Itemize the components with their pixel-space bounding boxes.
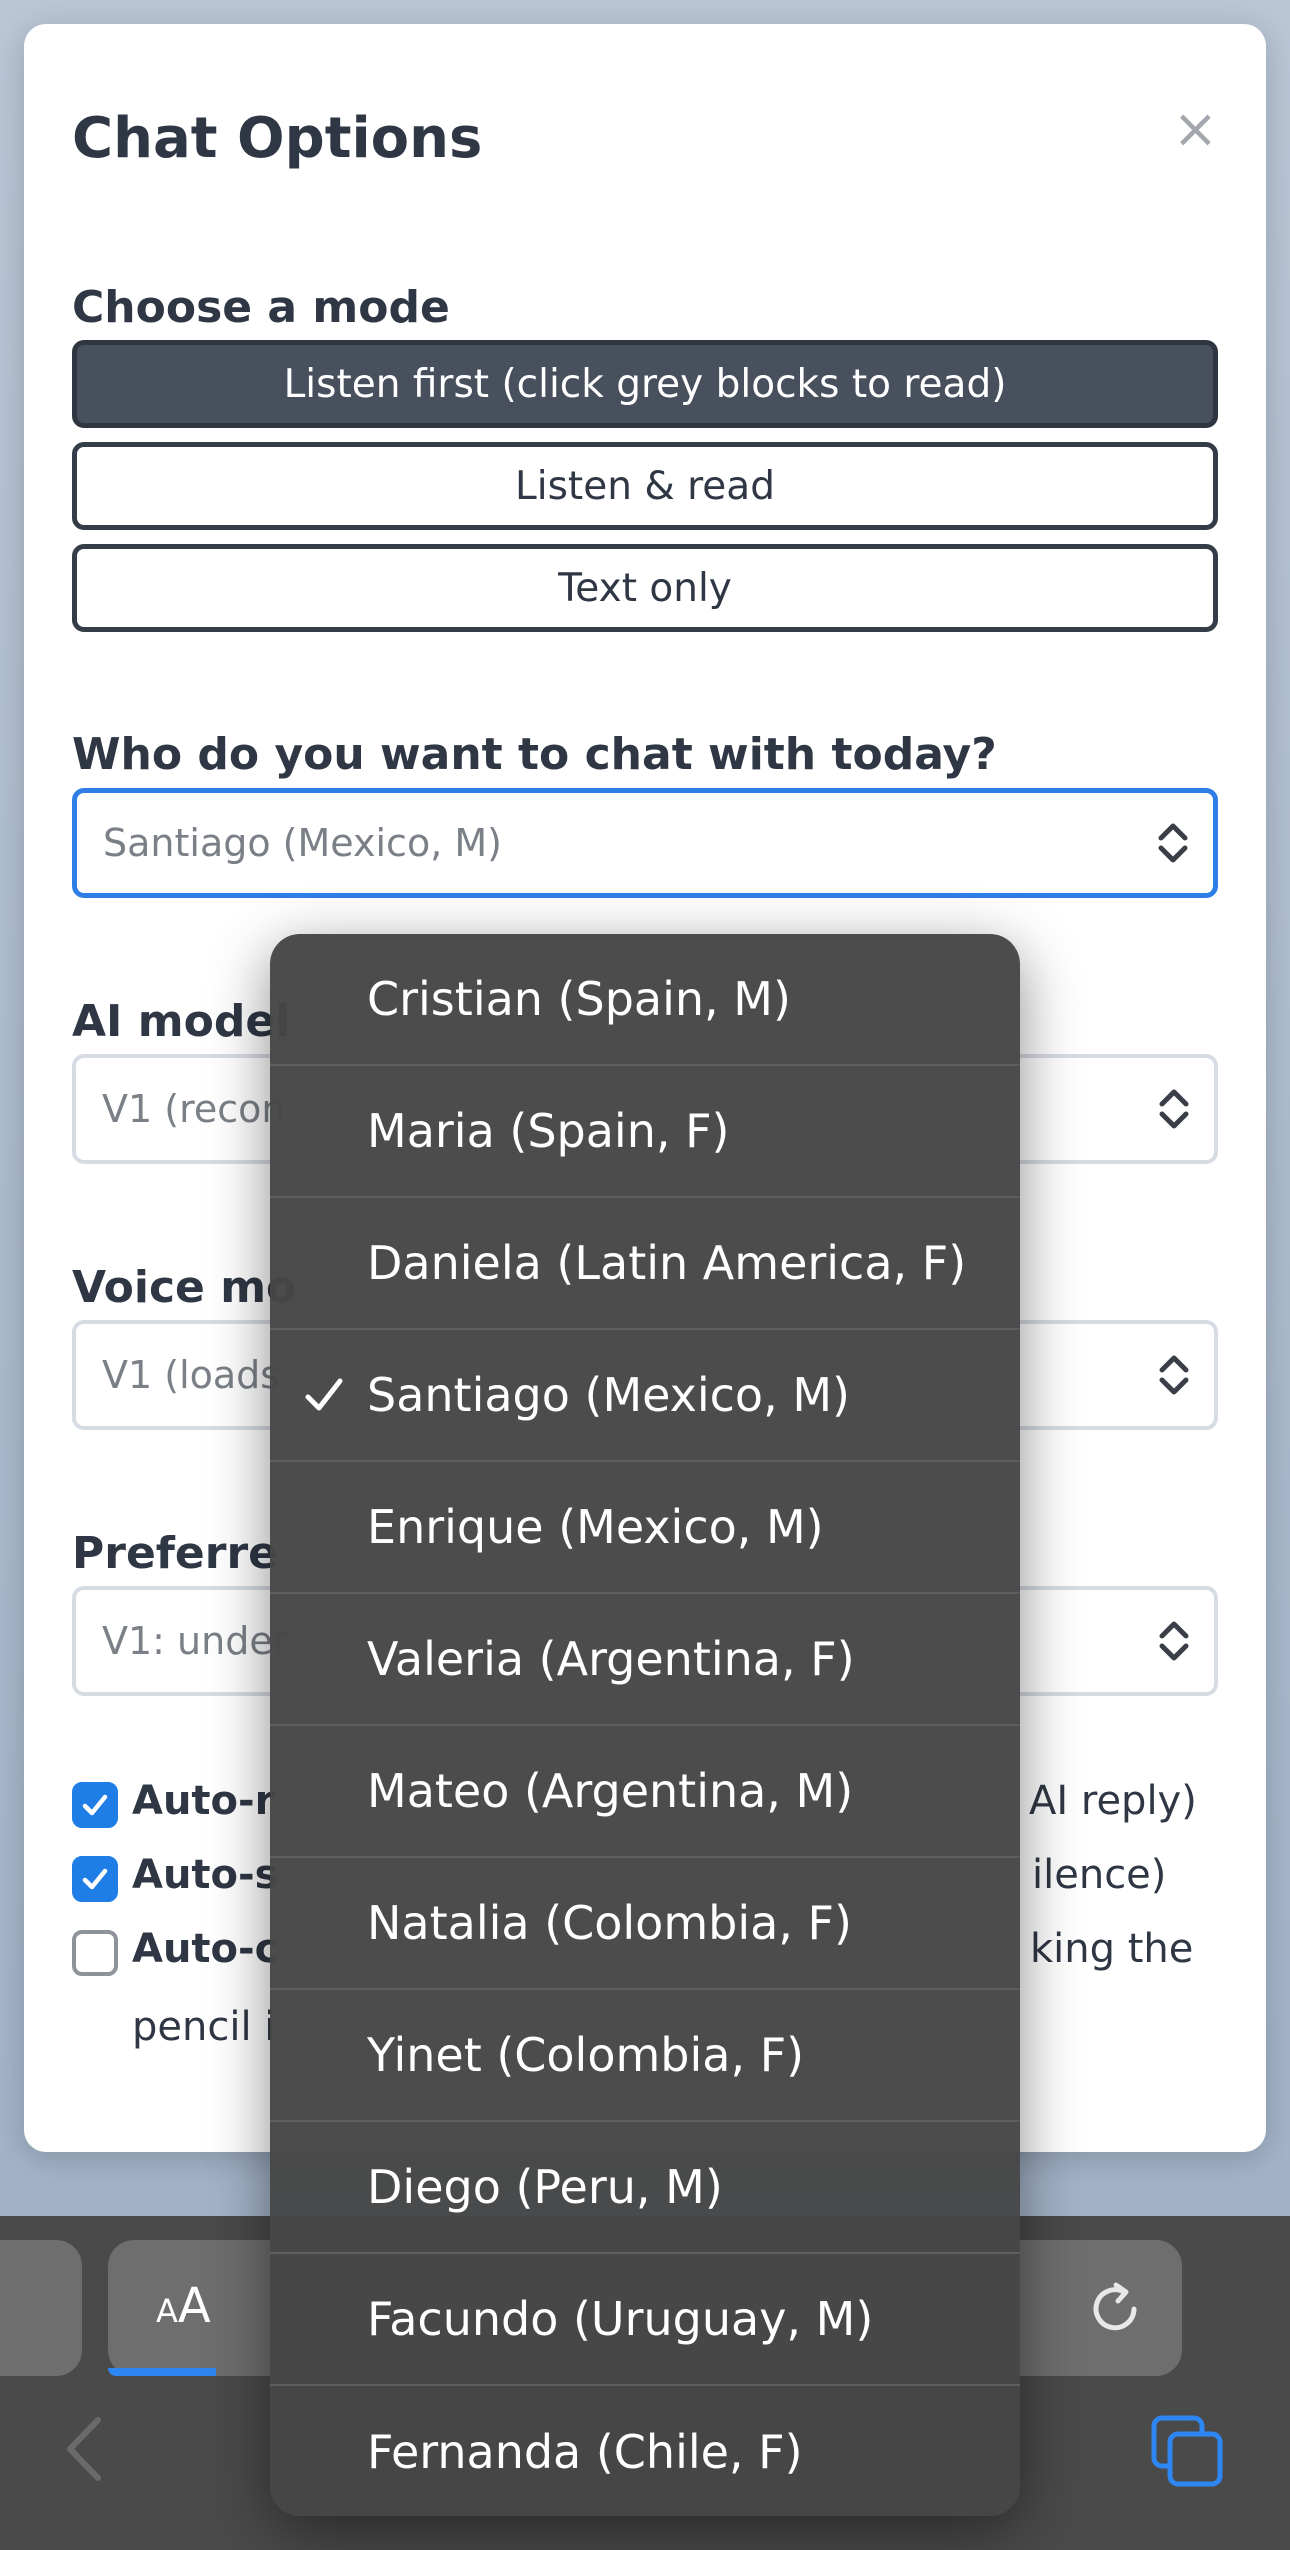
voice-model-select-value: V1 (loads	[102, 1353, 281, 1397]
aa-small-glyph: A	[156, 2292, 178, 2330]
tabs-overview-icon[interactable]	[1150, 2414, 1224, 2488]
picker-option-label: Enrique (Mexico, M)	[367, 1500, 824, 1554]
picker-option[interactable]: Yinet (Colombia, F)	[270, 1990, 1020, 2122]
picker-option-label: Mateo (Argentina, M)	[367, 1764, 854, 1818]
auto-read-label: Auto-r	[132, 1778, 275, 1824]
picker-option-label: Cristian (Spain, M)	[367, 972, 791, 1026]
picker-option[interactable]: Fernanda (Chile, F)	[270, 2386, 1020, 2516]
auto-send-label: Auto-s	[132, 1852, 279, 1898]
aa-large-glyph: A	[177, 2278, 211, 2334]
checkbox-unchecked-icon[interactable]	[72, 1930, 118, 1976]
partner-picker-popover: Cristian (Spain, M) Maria (Spain, F) Danie…	[270, 934, 1020, 2516]
picker-option[interactable]: Santiago (Mexico, M)	[270, 1330, 1020, 1462]
previous-tab-pill[interactable]	[0, 2240, 82, 2376]
auto-correct-label-suffix: king the	[1030, 1926, 1194, 1972]
picker-option[interactable]: Cristian (Spain, M)	[270, 934, 1020, 1066]
modal-title: Chat Options	[72, 106, 483, 171]
select-arrows-icon	[1159, 1355, 1189, 1395]
picker-option-label: Fernanda (Chile, F)	[367, 2425, 803, 2479]
select-arrows-icon	[1159, 1089, 1189, 1129]
picker-option[interactable]: Valeria (Argentina, F)	[270, 1594, 1020, 1726]
ai-model-label: AI model	[72, 996, 291, 1047]
checkbox-checked-icon[interactable]	[72, 1782, 118, 1828]
auto-read-label-suffix: AI reply)	[1029, 1778, 1197, 1824]
back-chevron-icon[interactable]	[62, 2414, 106, 2484]
picker-option-label: Maria (Spain, F)	[367, 1104, 730, 1158]
page-load-progress	[108, 2368, 216, 2376]
reload-icon[interactable]	[1086, 2280, 1144, 2338]
reader-text-size-button[interactable]: AA	[156, 2278, 211, 2334]
checkbox-checked-icon[interactable]	[72, 1856, 118, 1902]
select-arrows-icon	[1158, 823, 1188, 863]
picker-option-label: Yinet (Colombia, F)	[367, 2028, 805, 2082]
picker-option-label: Natalia (Colombia, F)	[367, 1896, 852, 1950]
auto-correct-label: Auto-c	[132, 1926, 279, 1972]
partner-select[interactable]: Santiago (Mexico, M)	[72, 788, 1218, 898]
auto-correct-label-line2: pencil i	[132, 2004, 276, 2050]
partner-select-value: Santiago (Mexico, M)	[103, 821, 502, 865]
preferred-label: Preferre	[72, 1528, 279, 1579]
picker-option[interactable]: Daniela (Latin America, F)	[270, 1198, 1020, 1330]
mode-text-only-button[interactable]: Text only	[72, 544, 1218, 632]
picker-option[interactable]: Diego (Peru, M)	[270, 2122, 1020, 2254]
picker-option-label: Daniela (Latin America, F)	[367, 1236, 967, 1290]
picker-option[interactable]: Mateo (Argentina, M)	[270, 1726, 1020, 1858]
mode-label: Choose a mode	[72, 282, 450, 333]
picker-option-label: Valeria (Argentina, F)	[367, 1632, 855, 1686]
picker-option[interactable]: Enrique (Mexico, M)	[270, 1462, 1020, 1594]
preferred-select-value: V1: under	[102, 1619, 289, 1663]
picker-option-label: Diego (Peru, M)	[367, 2160, 723, 2214]
mode-listen-first-button[interactable]: Listen first (click grey blocks to read)	[72, 340, 1218, 428]
ai-model-select-value: V1 (recon	[102, 1087, 286, 1131]
close-button[interactable]: ×	[1173, 102, 1218, 156]
picker-option[interactable]: Maria (Spain, F)	[270, 1066, 1020, 1198]
mode-listen-read-button[interactable]: Listen & read	[72, 442, 1218, 530]
picker-option-label: Santiago (Mexico, M)	[367, 1368, 850, 1422]
auto-send-label-suffix: ilence)	[1032, 1852, 1167, 1898]
picker-option[interactable]: Natalia (Colombia, F)	[270, 1858, 1020, 1990]
select-arrows-icon	[1159, 1621, 1189, 1661]
picker-option-label: Facundo (Uruguay, M)	[367, 2292, 874, 2346]
checkmark-icon	[305, 1378, 343, 1411]
picker-option[interactable]: Facundo (Uruguay, M)	[270, 2254, 1020, 2386]
voice-model-label: Voice mo	[72, 1262, 297, 1313]
partner-label: Who do you want to chat with today?	[72, 729, 997, 780]
